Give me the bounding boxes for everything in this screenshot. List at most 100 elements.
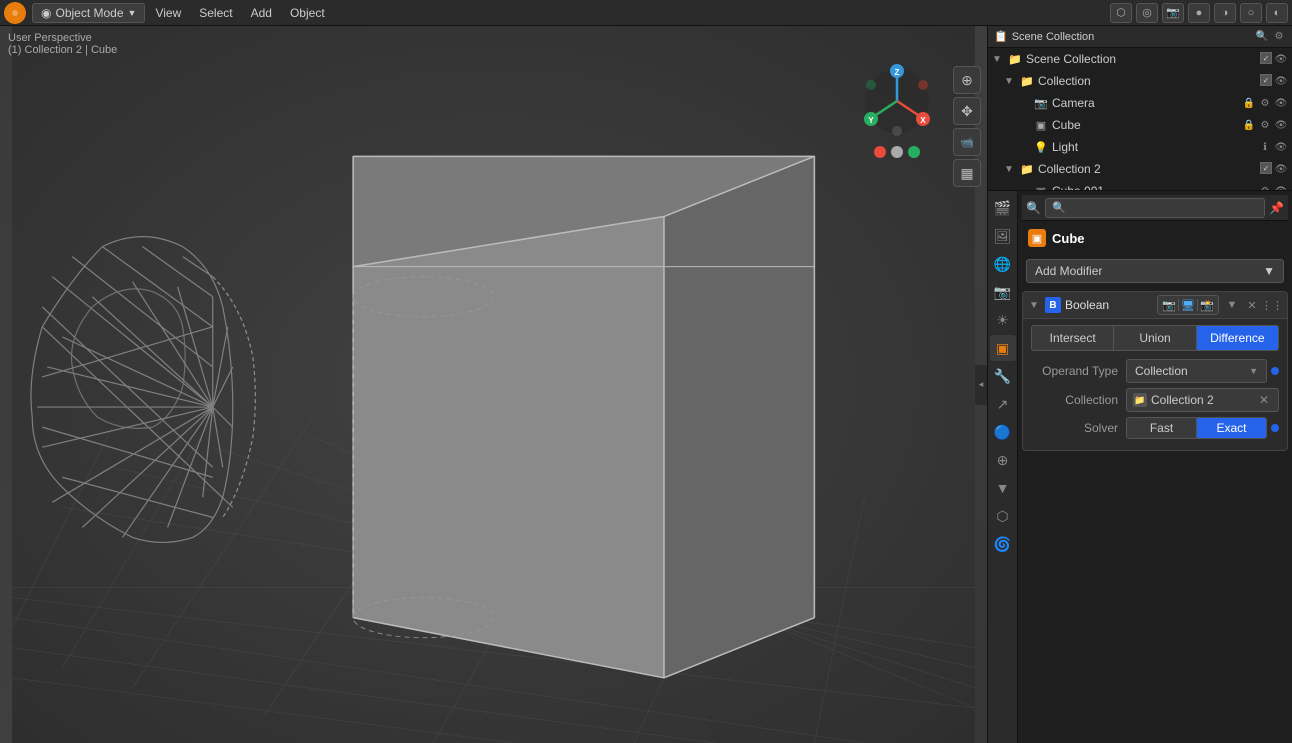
gizmo-x-dot <box>874 146 886 158</box>
object-mode-selector[interactable]: ◉ Object Mode ▼ <box>32 3 145 23</box>
modifier-expand-icon[interactable]: ▼ <box>1029 300 1041 311</box>
cube-label: Cube <box>1052 118 1242 132</box>
outliner-item-cube001[interactable]: ▶ ▣ Cube.001 ⚙ 👁 <box>988 180 1292 191</box>
collection-value-icon: 📁 <box>1133 393 1147 407</box>
expand-collection[interactable]: ▼ <box>1004 76 1016 87</box>
collection-clear-btn[interactable]: ✕ <box>1256 392 1272 408</box>
cam-filter-icon[interactable]: ⚙ <box>1258 96 1272 110</box>
overlay-icon[interactable]: ◎ <box>1136 3 1158 23</box>
light-eye-icon[interactable]: 👁 <box>1274 140 1288 154</box>
cam-restrict-icon[interactable]: 🔒 <box>1242 96 1256 110</box>
menu-select[interactable]: Select <box>191 4 240 22</box>
scene-svg <box>0 26 987 743</box>
cam-eye-icon[interactable]: 👁 <box>1274 96 1288 110</box>
solver-dot <box>1271 424 1279 432</box>
prop-world-icon[interactable]: ☀ <box>990 307 1016 333</box>
union-button[interactable]: Union <box>1114 326 1196 350</box>
outliner-item-cube[interactable]: ▶ ▣ Cube 🔒 ⚙ 👁 <box>988 114 1292 136</box>
viewport-gizmo[interactable]: Z X Y <box>857 61 937 158</box>
scene-col-eye-icon[interactable]: 👁 <box>1274 52 1288 66</box>
col-checkbox[interactable]: ✓ <box>1260 74 1272 86</box>
cube001-eye-icon[interactable]: 👁 <box>1274 184 1288 191</box>
outliner-item-light[interactable]: ▶ 💡 Light ℹ 👁 <box>988 136 1292 158</box>
outliner-header: 📋 Scene Collection 🔍 ⚙ <box>988 26 1292 48</box>
outliner-filter-icon[interactable]: ⚙ <box>1272 30 1286 44</box>
outliner-item-scene-collection[interactable]: ▼ 📁 Scene Collection ✓ 👁 <box>988 48 1292 70</box>
panel-collapse-btn[interactable]: ◂ <box>975 365 987 405</box>
grid-tool[interactable]: ▦ <box>953 159 981 187</box>
light-info-icon[interactable]: ℹ <box>1258 140 1272 154</box>
prop-object-icon[interactable]: ▣ <box>990 335 1016 361</box>
exact-button[interactable]: Exact <box>1197 418 1266 438</box>
shading-mode4-icon[interactable]: ◐ <box>1266 3 1288 23</box>
cube-filter-icon[interactable]: ⚙ <box>1258 118 1272 132</box>
menu-view[interactable]: View <box>147 4 189 22</box>
prop-physics-icon[interactable]: 🔵 <box>990 419 1016 445</box>
scene-col-checkbox[interactable]: ✓ <box>1260 52 1272 64</box>
cube-eye-icon[interactable]: 👁 <box>1274 118 1288 132</box>
props-main-content: 🔍 📌 ▣ Cube Add Modifier ▼ <box>1018 191 1292 743</box>
cam-icons: 🔒 ⚙ 👁 <box>1242 96 1288 110</box>
shading-mode3-icon[interactable]: ○ <box>1240 3 1262 23</box>
viewport-info: User Perspective (1) Collection 2 | Cube <box>8 32 117 56</box>
render-icon[interactable]: 📷 <box>1162 3 1184 23</box>
intersect-button[interactable]: Intersect <box>1032 326 1114 350</box>
col2-checkbox[interactable]: ✓ <box>1260 162 1272 174</box>
prop-data-icon[interactable]: ▼ <box>990 475 1016 501</box>
mod-dropdown-icon[interactable]: ▼ <box>1223 296 1241 314</box>
cube001-icon: ▣ <box>1033 183 1049 191</box>
svg-text:Z: Z <box>895 68 900 77</box>
fast-button[interactable]: Fast <box>1127 418 1197 438</box>
shading-mode-icon[interactable]: ● <box>1188 3 1210 23</box>
prop-output-icon[interactable]: 🖼 <box>990 223 1016 249</box>
prop-modifier-icon[interactable]: 🔧 <box>990 363 1016 389</box>
move-tool[interactable]: ✥ <box>953 97 981 125</box>
outliner-search-icon[interactable]: 🔍 <box>1255 30 1269 44</box>
outliner-item-collection2[interactable]: ▼ 📁 Collection 2 ✓ 👁 <box>988 158 1292 180</box>
mode-icon: ◉ <box>41 6 51 20</box>
menu-add[interactable]: Add <box>243 4 280 22</box>
prop-material-icon[interactable]: ⬡ <box>990 503 1016 529</box>
menu-object[interactable]: Object <box>282 4 333 22</box>
prop-particles-icon[interactable]: ↗ <box>990 391 1016 417</box>
props-search-input[interactable] <box>1045 198 1265 218</box>
mod-realtime-icon[interactable]: 📷 <box>1160 296 1178 314</box>
expand-scene-col[interactable]: ▼ <box>992 54 1004 65</box>
prop-view-layer-icon[interactable]: 🌐 <box>990 251 1016 277</box>
svg-text:Y: Y <box>868 116 874 125</box>
operand-type-dropdown[interactable]: Collection ▼ <box>1126 359 1267 383</box>
prop-shading-icon[interactable]: 🌀 <box>990 531 1016 557</box>
col2-eye-icon[interactable]: 👁 <box>1274 162 1288 176</box>
cube-mesh <box>353 156 814 677</box>
modifier-header-icons: 📷 🖥 📸 ▼ ✕ ⋮⋮ <box>1157 295 1281 315</box>
mod-edit-icon[interactable]: 📸 <box>1198 296 1216 314</box>
cursor-tool[interactable]: ⊕ <box>953 66 981 94</box>
mod-render-icon[interactable]: 🖥 <box>1179 296 1197 314</box>
cube001-filter-icon[interactable]: ⚙ <box>1258 184 1272 191</box>
viewport-3d[interactable]: User Perspective (1) Collection 2 | Cube… <box>0 26 987 743</box>
prop-constraints-icon[interactable]: ⊕ <box>990 447 1016 473</box>
prop-render-icon[interactable]: 🎬 <box>990 195 1016 221</box>
top-menu: View Select Add Object <box>147 4 332 22</box>
mod-close-icon[interactable]: ✕ <box>1243 296 1261 314</box>
expand-collection2[interactable]: ▼ <box>1004 164 1016 175</box>
cube001-icons: ⚙ 👁 <box>1258 184 1288 191</box>
viewport-canvas[interactable]: User Perspective (1) Collection 2 | Cube… <box>0 26 987 743</box>
difference-button[interactable]: Difference <box>1197 326 1278 350</box>
outliner-item-collection[interactable]: ▼ 📁 Collection ✓ 👁 <box>988 70 1292 92</box>
properties-panel: 🎬 🖼 🌐 📷 ☀ ▣ 🔧 ↗ 🔵 ⊕ ▼ ⬡ 🌀 🔍 <box>988 191 1292 743</box>
viewport-shading-icon[interactable]: ⬡ <box>1110 3 1132 23</box>
collection-icon: 📁 <box>1019 73 1035 89</box>
mod-menu-icon[interactable]: ⋮⋮ <box>1263 296 1281 314</box>
bool-ops-row: Intersect Union Difference <box>1031 325 1279 351</box>
add-modifier-dropdown-icon: ▼ <box>1263 264 1275 278</box>
pin-icon[interactable]: 📌 <box>1269 201 1284 215</box>
add-modifier-button[interactable]: Add Modifier ▼ <box>1026 259 1284 283</box>
prop-scene-icon[interactable]: 📷 <box>990 279 1016 305</box>
cube-restrict-icon[interactable]: 🔒 <box>1242 118 1256 132</box>
collection-value-btn[interactable]: 📁 Collection 2 ✕ <box>1126 388 1279 412</box>
col-eye-icon[interactable]: 👁 <box>1274 74 1288 88</box>
shading-mode2-icon[interactable]: ◑ <box>1214 3 1236 23</box>
outliner-item-camera[interactable]: ▶ 📷 Camera 🔒 ⚙ 👁 <box>988 92 1292 114</box>
camera-tool[interactable]: 📹 <box>953 128 981 156</box>
